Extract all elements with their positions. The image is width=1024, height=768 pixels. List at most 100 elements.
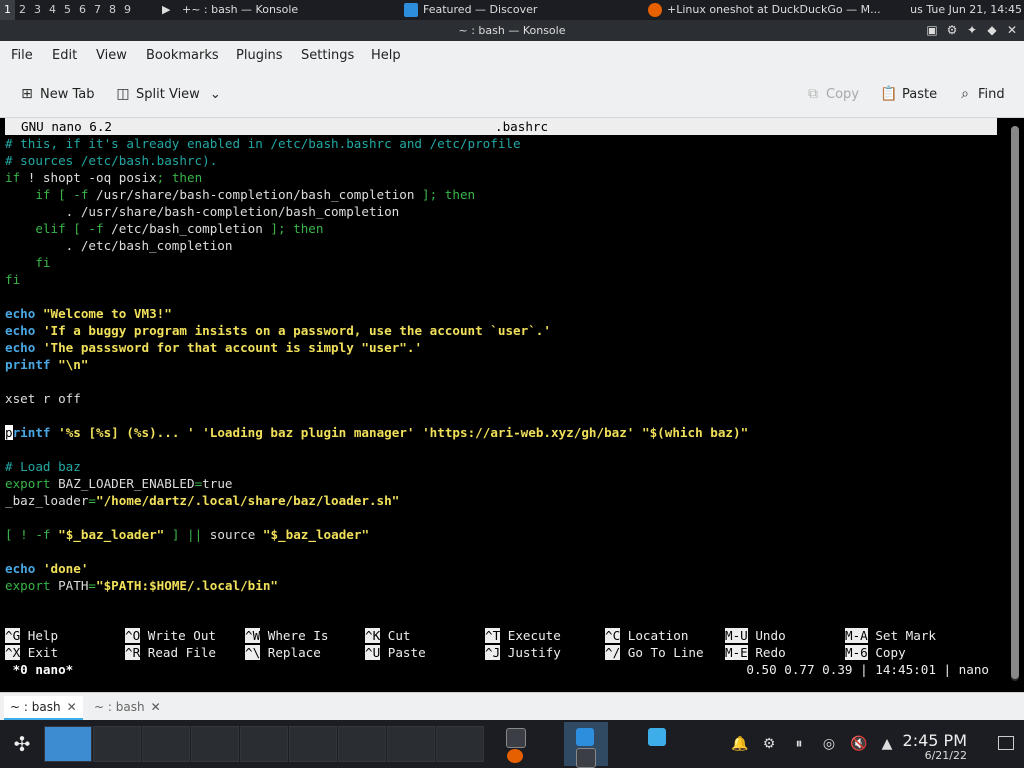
pager-desktop[interactable]: 5 <box>60 0 75 20</box>
code-line[interactable]: fi <box>5 271 20 288</box>
konsole-tab-2[interactable]: ~ : bash ✕ <box>88 696 167 718</box>
nano-shortcut[interactable]: ^/ Go To Line <box>605 644 704 661</box>
scrollbar-thumb[interactable] <box>1011 126 1019 679</box>
code-line[interactable]: echo 'The passsword for that account is … <box>5 339 422 356</box>
code-line[interactable]: # this, if it's already enabled in /etc/… <box>5 135 521 152</box>
nano-shortcut[interactable]: ^G Help <box>5 627 58 644</box>
code-line[interactable]: fi <box>5 254 50 271</box>
chevron-down-icon[interactable]: ⌄ <box>210 87 221 102</box>
nano-shortcut[interactable]: M-E Redo <box>725 644 786 661</box>
menu-settings[interactable]: Settings <box>301 41 354 71</box>
taskbar-clock-time[interactable]: 2:45 PM <box>903 731 967 750</box>
virtual-desktop-5[interactable] <box>240 726 288 762</box>
nano-shortcut[interactable]: ^U Paste <box>365 644 426 661</box>
split-view-button[interactable]: ◫ Split View ⌄ <box>114 81 221 107</box>
code-line[interactable]: echo 'If a buggy program insists on a pa… <box>5 322 551 339</box>
nano-shortcut[interactable]: ^C Location <box>605 627 688 644</box>
menu-file[interactable]: File <box>11 41 33 71</box>
keep-above-icon[interactable]: ✦ <box>964 22 980 38</box>
taskbar-file-manager[interactable] <box>636 722 680 766</box>
pager-desktop[interactable]: 6 <box>75 0 90 20</box>
nano-shortcut[interactable]: ^O Write Out <box>125 627 216 644</box>
menu-help[interactable]: Help <box>371 41 401 71</box>
konsole-tab-1[interactable]: ~ : bash ✕ <box>4 696 83 720</box>
menu-plugins[interactable]: Plugins <box>236 41 283 71</box>
volume-muted-icon[interactable]: 🔇 <box>849 734 869 754</box>
pager-desktop[interactable]: 7 <box>90 0 105 20</box>
application-launcher-icon[interactable]: ✣ <box>8 730 36 758</box>
maximize-icon[interactable]: ◆ <box>984 22 1000 38</box>
close-tab-icon[interactable]: ✕ <box>67 700 77 714</box>
terminal-scrollbar[interactable] <box>1011 126 1019 681</box>
terminal-view[interactable]: GNU nano 6.2 .bashrc # this, if it's alr… <box>0 118 1024 692</box>
menu-bookmarks[interactable]: Bookmarks <box>146 41 219 71</box>
code-line[interactable]: if [ -f /usr/share/bash-completion/bash_… <box>5 186 475 203</box>
task-firefox[interactable]: +Linux oneshot at DuckDuckGo — M... <box>648 0 880 20</box>
code-line[interactable]: xset r off <box>5 390 81 407</box>
code-line[interactable]: printf "\n" <box>5 356 88 373</box>
pager-desktop[interactable]: 4 <box>45 0 60 20</box>
pager-desktop[interactable]: 3 <box>30 0 45 20</box>
code-line[interactable]: [ ! -f "$_baz_loader" ] || source "$_baz… <box>5 526 369 543</box>
code-line[interactable]: export PATH="$PATH:$HOME/.local/bin" <box>5 577 278 594</box>
top-clock[interactable]: us Tue Jun 21, 14:45 <box>910 0 1024 20</box>
new-tab-button[interactable]: ⊞ New Tab <box>18 81 94 107</box>
task-konsole[interactable]: +~ : bash — Konsole <box>182 0 392 20</box>
nano-shortcut[interactable]: ^W Where Is <box>245 627 328 644</box>
virtual-desktop-3[interactable] <box>142 726 190 762</box>
window-titlebar[interactable]: ~ : bash — Konsole ▣ ⚙ ✦ ◆ ✕ <box>0 20 1024 41</box>
paste-button[interactable]: 📋 Paste <box>880 81 937 107</box>
taskbar-discover[interactable] <box>564 722 608 768</box>
media-pause-icon[interactable]: ⏸ <box>789 734 809 754</box>
virtual-desktop-6[interactable] <box>289 726 337 762</box>
menu-view[interactable]: View <box>96 41 127 71</box>
pager-desktop[interactable]: 8 <box>105 0 120 20</box>
taskbar-clock-date[interactable]: 6/21/22 <box>925 749 967 762</box>
copy-button[interactable]: ⧉ Copy <box>804 81 859 107</box>
menu-edit[interactable]: Edit <box>52 41 77 71</box>
window-tile-icon[interactable]: ▣ <box>924 22 940 38</box>
kdeconnect-icon[interactable]: ⚙ <box>759 734 779 754</box>
code-line[interactable]: echo "Welcome to VM3!" <box>5 305 172 322</box>
desktop-pager[interactable]: 123456789 <box>0 0 135 20</box>
nano-shortcut[interactable]: M-A Set Mark <box>845 627 936 644</box>
nano-shortcut[interactable]: ^J Justify <box>485 644 561 661</box>
nano-shortcut[interactable]: ^\ Replace <box>245 644 321 661</box>
updates-icon[interactable]: ◎ <box>819 734 839 754</box>
nano-shortcut[interactable]: M-U Undo <box>725 627 786 644</box>
taskbar-konsole[interactable] <box>494 722 538 766</box>
pager-desktop[interactable]: 9 <box>120 0 135 20</box>
task-discover[interactable]: Featured — Discover <box>404 0 604 20</box>
code-line[interactable]: echo 'done' <box>5 560 88 577</box>
notifications-icon[interactable]: 🔔 <box>730 734 750 754</box>
virtual-desktop-2[interactable] <box>93 726 141 762</box>
virtual-desktop-7[interactable] <box>338 726 386 762</box>
virtual-desktop-8[interactable] <box>387 726 435 762</box>
virtual-desktop-4[interactable] <box>191 726 239 762</box>
virtual-desktop-9[interactable] <box>436 726 484 762</box>
pager-desktop[interactable]: 1 <box>0 0 15 20</box>
code-line[interactable]: . /etc/bash_completion <box>5 237 233 254</box>
code-line[interactable]: _baz_loader="/home/dartz/.local/share/ba… <box>5 492 399 509</box>
show-desktop-icon[interactable] <box>998 736 1014 750</box>
virtual-desktop-1[interactable] <box>44 726 92 762</box>
find-button[interactable]: ⌕ Find <box>956 81 1005 107</box>
code-line[interactable]: # Load baz <box>5 458 81 475</box>
code-line[interactable]: elif [ -f /etc/bash_completion ]; then <box>5 220 323 237</box>
code-line[interactable]: . /usr/share/bash-completion/bash_comple… <box>5 203 400 220</box>
window-settings-icon[interactable]: ⚙ <box>944 22 960 38</box>
pager-arrow-icon[interactable]: ▶ <box>162 0 176 20</box>
close-tab-icon[interactable]: ✕ <box>151 700 161 714</box>
tray-expand-icon[interactable]: ▲ <box>877 734 897 754</box>
code-line[interactable]: # sources /etc/bash.bashrc). <box>5 152 217 169</box>
nano-shortcut[interactable]: ^X Exit <box>5 644 58 661</box>
code-line[interactable]: export BAZ_LOADER_ENABLED=true <box>5 475 233 492</box>
nano-shortcut[interactable]: M-6 Copy <box>845 644 906 661</box>
nano-shortcut[interactable]: ^K Cut <box>365 627 411 644</box>
close-icon[interactable]: ✕ <box>1004 22 1020 38</box>
nano-shortcut[interactable]: ^R Read File <box>125 644 216 661</box>
code-line[interactable]: if ! shopt -oq posix; then <box>5 169 202 186</box>
pager-desktop[interactable]: 2 <box>15 0 30 20</box>
code-line[interactable]: printf '%s [%s] (%s)... ' 'Loading baz p… <box>5 424 748 441</box>
nano-shortcut[interactable]: ^T Execute <box>485 627 561 644</box>
